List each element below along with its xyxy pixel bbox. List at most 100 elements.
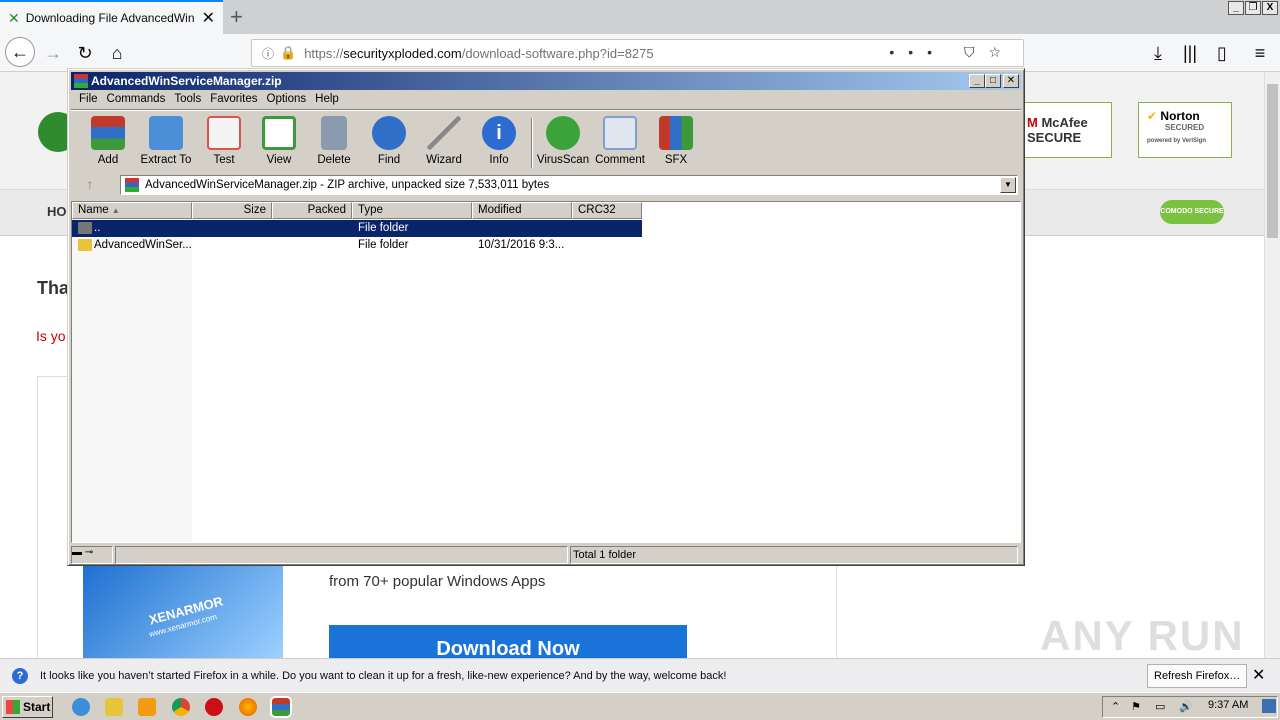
info-button[interactable]: i Info — [471, 116, 527, 166]
test-button[interactable]: Test — [196, 116, 252, 166]
col-modified[interactable]: Modified — [472, 202, 572, 219]
col-type[interactable]: Type — [352, 202, 472, 219]
menu-commands[interactable]: Commands — [107, 93, 166, 105]
wizard-button[interactable]: Wizard — [416, 116, 472, 166]
library-icon[interactable]: ||| — [1176, 39, 1204, 67]
find-button[interactable]: Find — [361, 116, 417, 166]
url-bar[interactable]: ⓘ 🔒 https://securityxploded.com/download… — [251, 39, 1024, 67]
file-modified: 10/31/2016 9:3... — [478, 239, 565, 251]
back-icon[interactable]: ← — [5, 37, 35, 67]
delete-button[interactable]: Delete — [306, 116, 362, 166]
archive-path-field[interactable]: AdvancedWinServiceManager.zip - ZIP arch… — [120, 175, 1018, 195]
page-heading: Tha — [37, 278, 70, 298]
virus-scan-icon — [546, 116, 580, 150]
winrar-close-button[interactable]: ✕ — [1003, 74, 1019, 88]
menu-file[interactable]: File — [79, 93, 98, 105]
up-folder-icon[interactable]: ↑ — [77, 176, 103, 194]
page-actions-overflow-icon[interactable]: ••• — [889, 44, 946, 60]
page-actions[interactable]: ••• ⛉☆ — [889, 44, 1015, 61]
nav-home[interactable]: HO — [47, 204, 67, 219]
downloads-icon[interactable]: ⤓ — [1144, 39, 1172, 67]
scrollbar-thumb[interactable] — [1267, 84, 1278, 238]
archive-add-icon — [91, 116, 125, 150]
sidebar-icon[interactable]: ▯ — [1208, 39, 1236, 67]
opera-icon[interactable] — [205, 698, 223, 716]
chevron-down-icon[interactable]: ▼ — [1000, 177, 1016, 193]
media-player-icon[interactable] — [138, 698, 156, 716]
forward-icon[interactable]: → — [39, 39, 67, 67]
pocket-icon[interactable]: ⛉ — [964, 44, 989, 60]
info-icon: i — [482, 116, 516, 150]
menu-options[interactable]: Options — [267, 93, 307, 105]
tray-expand-icon[interactable]: ⌃ — [1111, 700, 1120, 713]
url-text: https://securityxploded.com/download-sof… — [304, 45, 654, 61]
home-icon[interactable]: ⌂ — [103, 39, 131, 67]
start-button[interactable]: Start — [2, 696, 53, 718]
winrar-status-bar: ▬ ⊸ Total 1 folder — [71, 546, 1021, 564]
winrar-taskbar-icon[interactable] — [270, 696, 292, 718]
file-type: File folder — [358, 222, 409, 234]
help-icon: ? — [12, 667, 28, 684]
menu-icon[interactable]: ≡ — [1246, 39, 1274, 67]
winrar-toolbar: Add Extract To Test View Delete Find Wiz… — [71, 109, 1021, 171]
col-crc32[interactable]: CRC32 — [572, 202, 642, 219]
windows-logo-icon — [6, 700, 20, 714]
notification-message: It looks like you haven’t started Firefo… — [40, 669, 727, 682]
file-type: File folder — [358, 239, 409, 251]
winrar-icon — [74, 74, 88, 88]
menu-favorites[interactable]: Favorites — [210, 93, 257, 105]
add-button[interactable]: Add — [80, 116, 136, 166]
col-name[interactable]: Name ▲ — [72, 202, 192, 219]
extract-to-button[interactable]: Extract To — [138, 116, 194, 166]
new-tab-icon[interactable]: + — [230, 4, 243, 30]
reload-icon[interactable]: ↻ — [71, 39, 99, 67]
volume-icon[interactable]: 🔊 — [1179, 700, 1193, 713]
toolbar-separator — [531, 118, 533, 168]
action-center-flag-icon[interactable]: ⚑ — [1131, 700, 1141, 713]
show-desktop-button[interactable] — [1262, 699, 1276, 713]
sfx-button[interactable]: SFX — [648, 116, 704, 166]
file-name: .. — [94, 222, 101, 234]
close-window-button[interactable]: X — [1262, 1, 1278, 15]
download-now-button[interactable]: Download Now — [329, 625, 687, 658]
close-notification-icon[interactable]: ✕ — [1252, 665, 1265, 685]
view-button[interactable]: View — [251, 116, 307, 166]
ie-icon[interactable] — [72, 698, 90, 716]
winrar-maximize-button[interactable]: □ — [985, 74, 1001, 88]
winrar-minimize-button[interactable]: _ — [969, 74, 985, 88]
firefox-icon[interactable] — [239, 698, 257, 716]
path-bar: ↑ AdvancedWinServiceManager.zip - ZIP ar… — [71, 173, 1021, 197]
anyrun-watermark: ANY RUN — [1040, 612, 1245, 658]
menu-tools[interactable]: Tools — [174, 93, 201, 105]
col-packed[interactable]: Packed — [272, 202, 352, 219]
comment-icon — [603, 116, 637, 150]
maximize-window-button[interactable]: ❐ — [1245, 1, 1261, 15]
folder-icon — [78, 239, 92, 251]
comment-button[interactable]: Comment — [592, 116, 648, 166]
red-notice: Is yo — [36, 328, 66, 344]
status-panel — [115, 546, 568, 564]
browser-tab[interactable]: ✕ Downloading File AdvancedWinSer ✕ — [0, 0, 223, 34]
browser-nav-bar: ← → ↻ ⌂ ⓘ 🔒 https://securityxploded.com/… — [0, 34, 1280, 72]
taskbar-clock[interactable]: 9:37 AM — [1208, 699, 1248, 711]
refresh-firefox-button[interactable]: Refresh Firefox… — [1147, 664, 1248, 688]
close-tab-icon[interactable]: ✕ — [202, 8, 215, 28]
menu-help[interactable]: Help — [315, 93, 339, 105]
drive-key-icons[interactable]: ▬ ⊸ — [71, 546, 113, 564]
network-icon[interactable]: ▭ — [1155, 700, 1165, 713]
tab-title: Downloading File AdvancedWinSer — [25, 11, 194, 25]
explorer-icon[interactable] — [105, 698, 123, 716]
delete-bin-icon — [321, 116, 347, 150]
mcafee-badge: M McAfee SECURE — [1020, 102, 1112, 158]
virusscan-button[interactable]: VirusScan — [535, 116, 591, 166]
table-row[interactable]: .. File folder — [72, 220, 642, 237]
extract-folder-icon — [149, 116, 183, 150]
view-book-icon — [262, 116, 296, 150]
page-scrollbar[interactable] — [1264, 72, 1280, 658]
site-info-icon[interactable]: ⓘ — [262, 45, 274, 62]
table-row[interactable]: AdvancedWinSer... File folder 10/31/2016… — [72, 237, 642, 254]
chrome-icon[interactable] — [172, 698, 190, 716]
col-size[interactable]: Size — [192, 202, 272, 219]
winrar-title-bar[interactable]: AdvancedWinServiceManager.zip _ □ ✕ — [71, 72, 1021, 90]
minimize-window-button[interactable]: _ — [1228, 1, 1244, 15]
